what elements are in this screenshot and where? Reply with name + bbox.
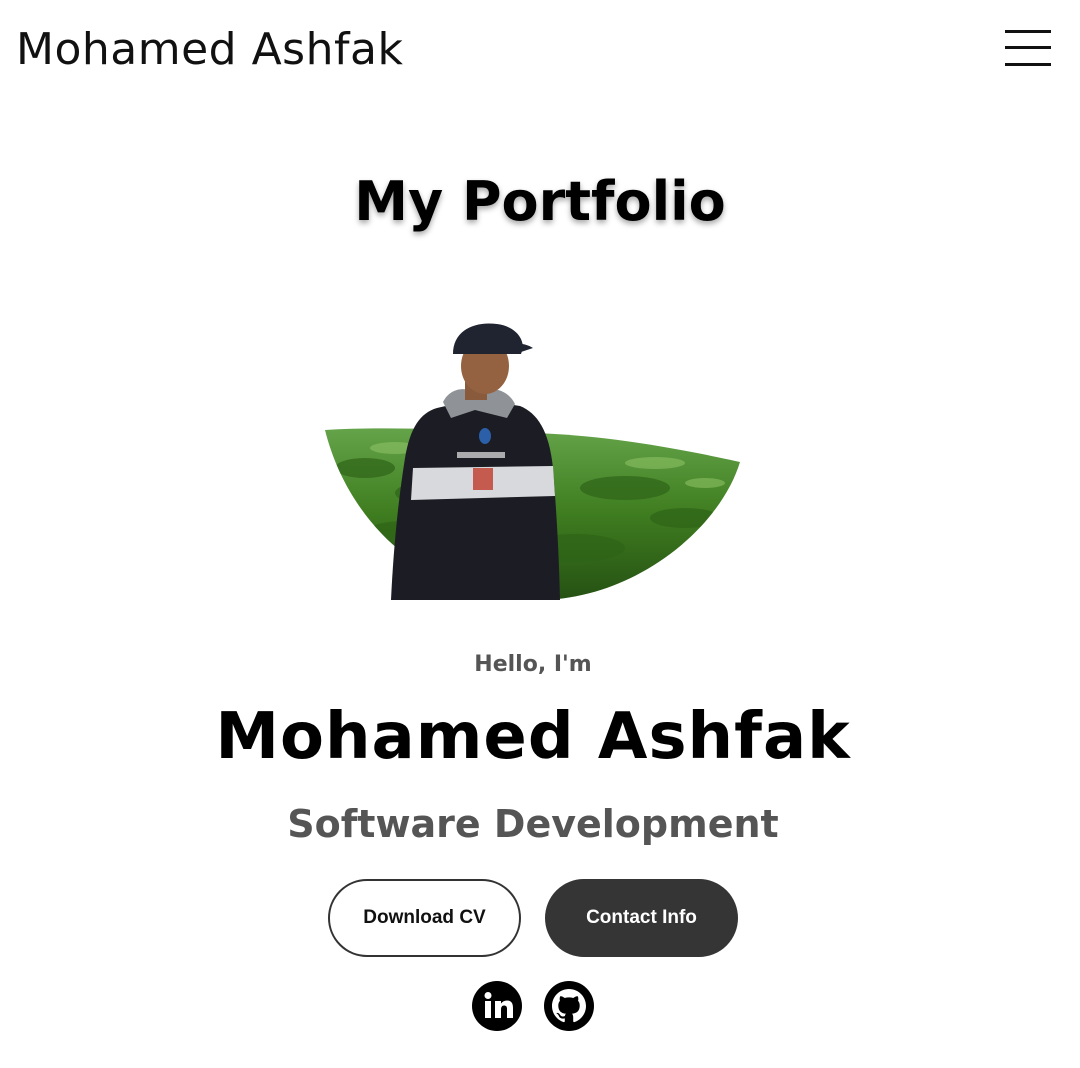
page: Mohamed Ashfak My Portfolio Hello, I'm M… <box>0 0 1080 1068</box>
github-icon[interactable] <box>543 980 595 1032</box>
hero-name: Mohamed Ashfak <box>215 700 851 774</box>
site-logo[interactable]: Mohamed Ashfak <box>16 20 403 80</box>
greeting-text: Hello, I'm <box>474 652 592 677</box>
page-title: My Portfolio <box>354 170 726 233</box>
hamburger-line <box>1005 63 1051 66</box>
linkedin-icon[interactable] <box>471 980 523 1032</box>
hamburger-line <box>1005 46 1051 49</box>
download-cv-button[interactable]: Download CV <box>328 879 521 957</box>
contact-info-button[interactable]: Contact Info <box>545 879 738 957</box>
profile-picture <box>325 323 740 601</box>
hero-role: Software Development <box>287 802 779 846</box>
hamburger-menu-icon[interactable] <box>1005 30 1053 68</box>
hamburger-line <box>1005 30 1051 33</box>
